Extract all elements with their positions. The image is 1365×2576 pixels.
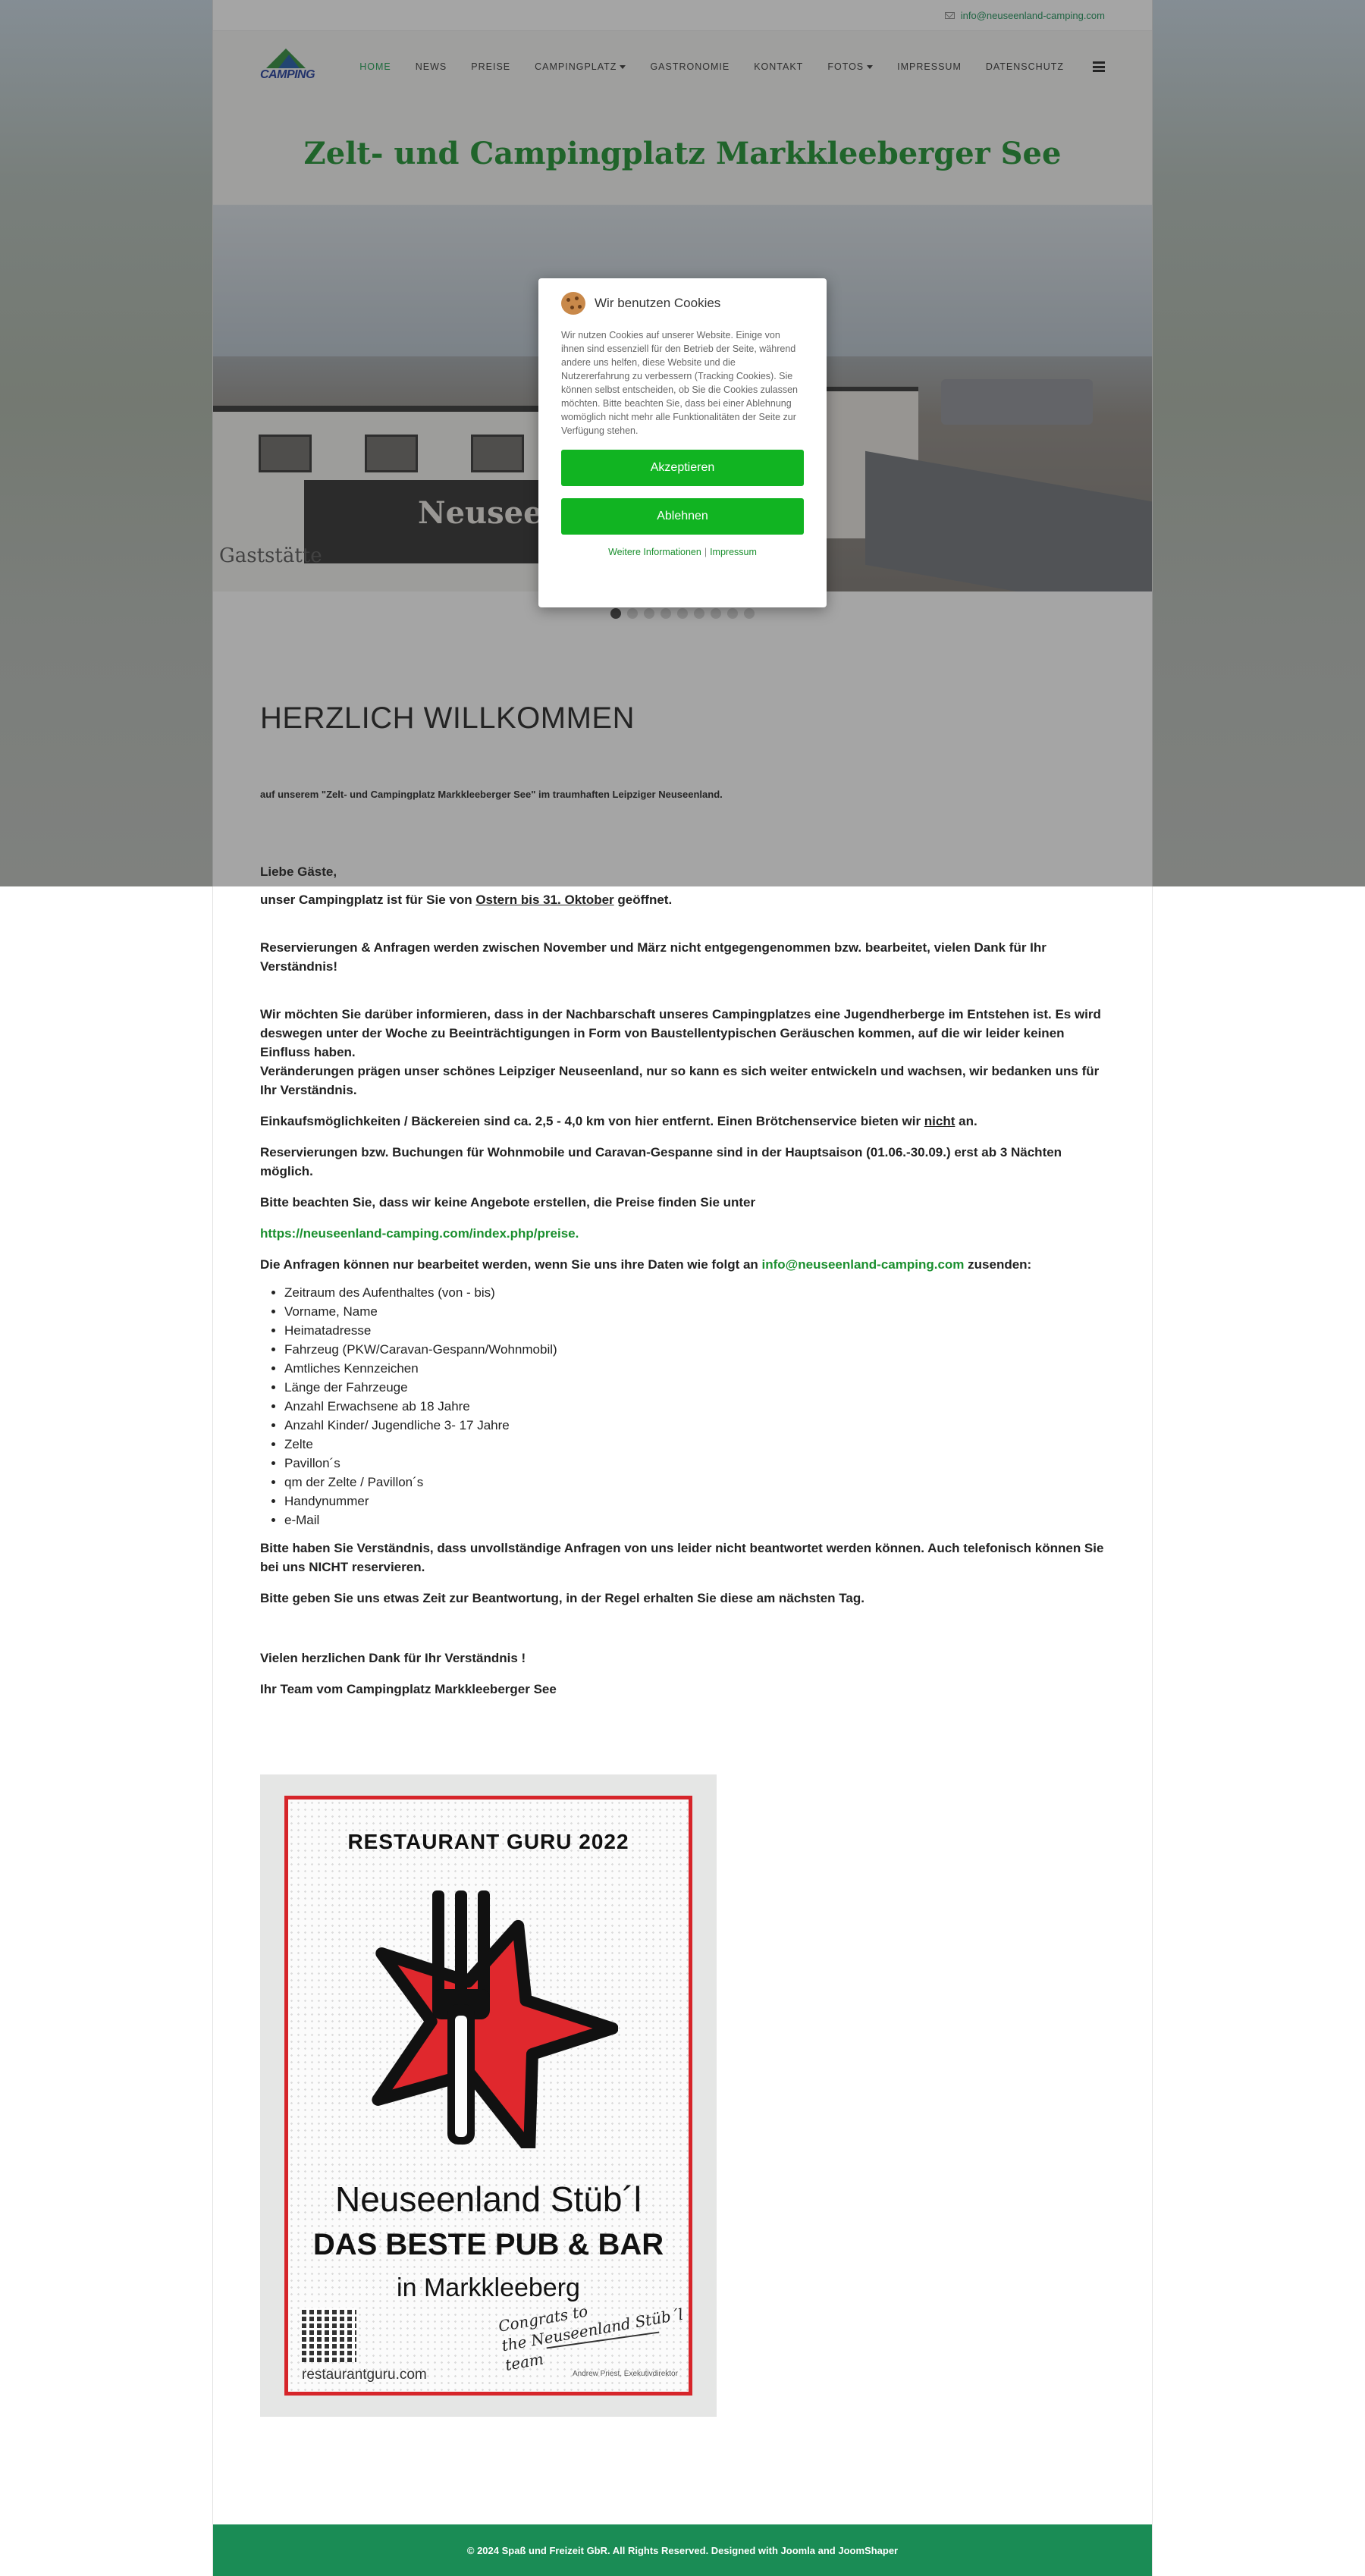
impressum-link[interactable]: Impressum	[710, 547, 757, 557]
request-email-link[interactable]: info@neuseenland-camping.com	[762, 1257, 965, 1272]
list-item: qm der Zelte / Pavillon´s	[284, 1473, 1105, 1492]
qr-code-icon	[302, 2308, 356, 2362]
cookie-icon	[561, 292, 585, 315]
background-campsite-right	[1153, 0, 1365, 886]
text: zusenden:	[964, 1257, 1032, 1272]
cookie-header: Wir benutzen Cookies	[561, 292, 804, 315]
more-info-link[interactable]: Weitere Informationen	[608, 547, 701, 557]
cookie-links: Weitere Informationen | Impressum	[561, 547, 804, 557]
award-category: DAS BESTE PUB & BAR	[312, 2228, 664, 2261]
min-nights-note: Reservierungen bzw. Buchungen für Wohnmo…	[260, 1145, 1062, 1178]
footer-copyright: © 2024 Spaß und Freizeit GbR. All Rights…	[466, 2544, 899, 2556]
list-item: Heimatadresse	[284, 1321, 1105, 1340]
list-item: e-Mail	[284, 1511, 1105, 1530]
hostel-note: Wir möchten Sie darüber informieren, das…	[260, 1007, 1101, 1059]
changes-note: Veränderungen prägen unser schönes Leipz…	[260, 1064, 1100, 1097]
award-url: restaurantguru.com	[302, 2367, 427, 2383]
award-title: RESTAURANT GURU 2022	[347, 1830, 629, 1853]
text: geöffnet.	[613, 893, 673, 907]
list-item: Handynummer	[284, 1492, 1105, 1511]
reservations-note: Reservierungen & Anfragen werden zwische…	[260, 940, 1046, 974]
cookie-title: Wir benutzen Cookies	[595, 296, 721, 310]
cookie-text: Wir nutzen Cookies auf unserer Website. …	[561, 330, 799, 436]
text: an.	[955, 1114, 977, 1128]
list-item: Vorname, Name	[284, 1302, 1105, 1321]
list-item: Zeitraum des Aufenthaltes (von - bis)	[284, 1283, 1105, 1302]
incomplete-note: Bitte haben Sie Verständnis, dass unvoll…	[260, 1541, 1104, 1574]
cookie-accept-button[interactable]: Akzeptieren	[561, 450, 804, 486]
list-item: Zelte	[284, 1435, 1105, 1454]
opening-period-dates: Ostern bis 31. Oktober	[475, 893, 614, 907]
text-emphasis: nicht	[924, 1114, 956, 1128]
signoff-text: Ihr Team vom Campingplatz Markkleeberger…	[260, 1682, 557, 1696]
text: unser Campingplatz ist für Sie von	[260, 893, 476, 907]
list-item: Amtliches Kennzeichen	[284, 1359, 1105, 1378]
cookie-consent-dialog: Wir benutzen Cookies Wir nutzen Cookies …	[538, 278, 827, 607]
list-item: Pavillon´s	[284, 1454, 1105, 1473]
request-instructions: Die Anfragen können nur bearbeitet werde…	[260, 1255, 1105, 1274]
list-item: Länge der Fahrzeuge	[284, 1378, 1105, 1397]
link-separator: |	[704, 547, 708, 557]
star-fork-icon	[372, 1890, 618, 2148]
cookie-decline-button[interactable]: Ablehnen	[561, 498, 804, 535]
award-restaurant-name: Neuseenland Stüb´l	[334, 2179, 642, 2219]
list-item: Anzahl Kinder/ Jugendliche 3- 17 Jahre	[284, 1416, 1105, 1435]
text: Die Anfragen können nur bearbeitet werde…	[260, 1257, 762, 1272]
main-content: HERZLICH WILLKOMMEN auf unserem "Zelt- u…	[213, 645, 1152, 2417]
opening-period: unser Campingplatz ist für Sie von Oster…	[260, 890, 1105, 909]
list-item: Fahrzeug (PKW/Caravan-Gespann/Wohnmobil)	[284, 1340, 1105, 1359]
text: .	[575, 1226, 579, 1241]
shopping-note: Einkaufsmöglichkeiten / Bäckereien sind …	[260, 1112, 1105, 1131]
thanks-text: Vielen herzlichen Dank für Ihr Verständn…	[260, 1651, 526, 1665]
response-time-note: Bitte geben Sie uns etwas Zeit zur Beant…	[260, 1591, 864, 1605]
award-author: Andrew Priest, Exekutivdirektor	[573, 2370, 678, 2378]
text: Einkaufsmöglichkeiten / Bäckereien sind …	[260, 1114, 924, 1128]
restaurant-guru-award: RESTAURANT GURU 2022 Neuseenland Stüb´l …	[284, 1796, 692, 2396]
prices-link[interactable]: https://neuseenland-camping.com/index.ph…	[260, 1226, 576, 1241]
award-image-frame: RESTAURANT GURU 2022 Neuseenland Stüb´l …	[260, 1774, 717, 2417]
list-item: Anzahl Erwachsene ab 18 Jahre	[284, 1397, 1105, 1416]
footer: © 2024 Spaß und Freizeit GbR. All Rights…	[213, 2524, 1152, 2576]
prices-link-paragraph: https://neuseenland-camping.com/index.ph…	[260, 1224, 1105, 1243]
no-offers-note: Bitte beachten Sie, dass wir keine Angeb…	[260, 1195, 756, 1210]
background-campsite-left	[0, 0, 212, 886]
required-data-list: Zeitraum des Aufenthaltes (von - bis)Vor…	[284, 1283, 1105, 1530]
